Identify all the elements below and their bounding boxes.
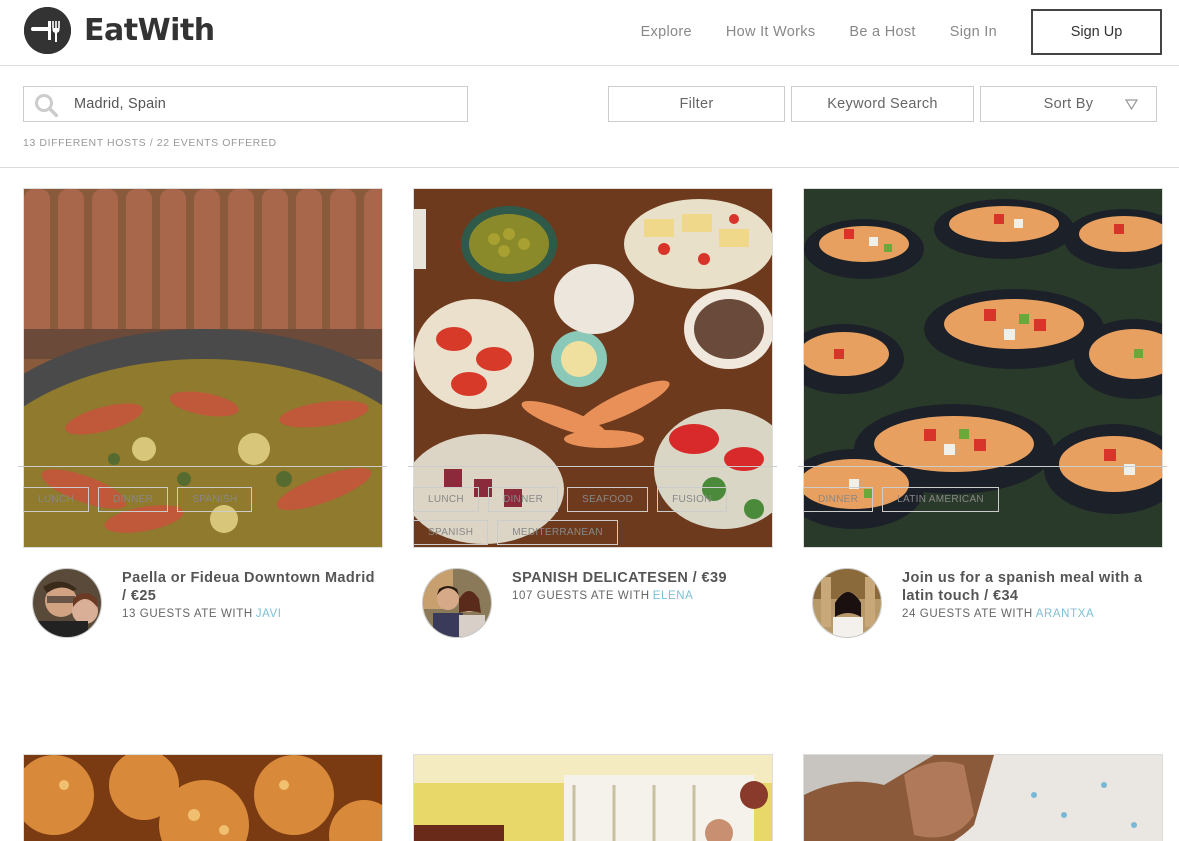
tag-dinner[interactable]: DINNER	[487, 487, 559, 512]
event-card[interactable]: Paella or Fideua Downtown Madrid / €25 1…	[23, 188, 383, 656]
event-photo-dining-room[interactable]	[413, 754, 773, 841]
nav-how-it-works[interactable]: How It Works	[726, 24, 816, 40]
card-divider	[18, 466, 387, 467]
results-summary: 13 DIFFERENT HOSTS / 22 EVENTS OFFERED	[23, 137, 277, 149]
tag-list: DINNER LATIN AMERICAN	[803, 487, 1171, 512]
logo-text: EatWith	[84, 13, 215, 48]
host-avatar[interactable]	[812, 568, 882, 638]
event-info: Join us for a spanish meal with a latin …	[803, 548, 1163, 656]
tag-lunch[interactable]: LUNCH	[413, 487, 479, 512]
triangle-down-icon	[1125, 99, 1138, 110]
guests-count: 107 GUESTS ATE WITH ELENA	[512, 590, 693, 602]
host-name-link[interactable]: JAVI	[256, 608, 282, 620]
tag-list: LUNCH DINNER SPANISH	[23, 487, 391, 512]
event-info: SPANISH DELICATESEN / €39 107 GUESTS ATE…	[413, 548, 773, 656]
tag-spanish[interactable]: SPANISH	[177, 487, 253, 512]
host-avatar[interactable]	[32, 568, 102, 638]
guests-text: 13 GUESTS ATE WITH	[122, 608, 253, 620]
tag-dinner[interactable]: DINNER	[803, 487, 874, 512]
guests-text: 24 GUESTS ATE WITH	[902, 608, 1033, 620]
sort-label: Sort By	[1043, 96, 1094, 112]
main-nav: Explore How It Works Be a Host Sign In S…	[641, 0, 1179, 64]
keyword-search-button[interactable]: Keyword Search	[791, 86, 974, 122]
tag-list: LUNCH DINNER SEAFOOD FUSION SPANISH MEDI…	[413, 487, 781, 545]
tag-latin-american[interactable]: LATIN AMERICAN	[882, 487, 999, 512]
search-value: Madrid, Spain	[74, 96, 167, 112]
host-name-link[interactable]: ELENA	[653, 590, 694, 602]
event-info: Paella or Fideua Downtown Madrid / €25 1…	[23, 548, 383, 656]
site-header: EatWith Explore How It Works Be a Host S…	[0, 0, 1179, 66]
tag-dinner[interactable]: DINNER	[97, 487, 169, 512]
location-search-input[interactable]: Madrid, Spain	[23, 86, 468, 122]
fork-knife-logo-icon	[24, 7, 71, 54]
tag-mediterranean[interactable]: MEDITERRANEAN	[497, 520, 618, 545]
card-divider	[408, 466, 777, 467]
divider	[0, 167, 1179, 168]
event-title[interactable]: SPANISH DELICATESEN / €39	[512, 569, 772, 587]
tag-fusion[interactable]: FUSION	[657, 487, 727, 512]
guests-count: 24 GUESTS ATE WITH ARANTXA	[902, 608, 1094, 620]
nav-be-a-host[interactable]: Be a Host	[849, 24, 915, 40]
host-name-link[interactable]: ARANTXA	[1036, 608, 1095, 620]
sort-by-dropdown[interactable]: Sort By	[980, 86, 1157, 122]
tag-lunch[interactable]: LUNCH	[23, 487, 89, 512]
tag-spanish[interactable]: SPANISH	[413, 520, 489, 545]
nav-sign-in[interactable]: Sign In	[950, 24, 997, 40]
guests-count: 13 GUESTS ATE WITH JAVI	[122, 608, 282, 620]
filter-button[interactable]: Filter	[608, 86, 785, 122]
logo[interactable]: EatWith	[24, 7, 215, 54]
nav-explore[interactable]: Explore	[641, 24, 692, 40]
event-card[interactable]: Join us for a spanish meal with a latin …	[803, 188, 1163, 656]
tag-seafood[interactable]: SEAFOOD	[567, 487, 649, 512]
filter-label: Filter	[679, 96, 714, 112]
card-divider	[798, 466, 1167, 467]
guests-text: 107 GUESTS ATE WITH	[512, 590, 650, 602]
event-photo-hand[interactable]	[803, 754, 1163, 841]
host-avatar[interactable]	[422, 568, 492, 638]
event-card[interactable]: SPANISH DELICATESEN / €39 107 GUESTS ATE…	[413, 188, 773, 656]
event-title[interactable]: Paella or Fideua Downtown Madrid / €25	[122, 569, 382, 605]
keyword-label: Keyword Search	[827, 96, 938, 112]
event-title[interactable]: Join us for a spanish meal with a latin …	[902, 569, 1162, 605]
sign-up-button[interactable]: Sign Up	[1031, 9, 1162, 55]
event-photo-pastries[interactable]	[23, 754, 383, 841]
search-icon	[35, 94, 58, 117]
